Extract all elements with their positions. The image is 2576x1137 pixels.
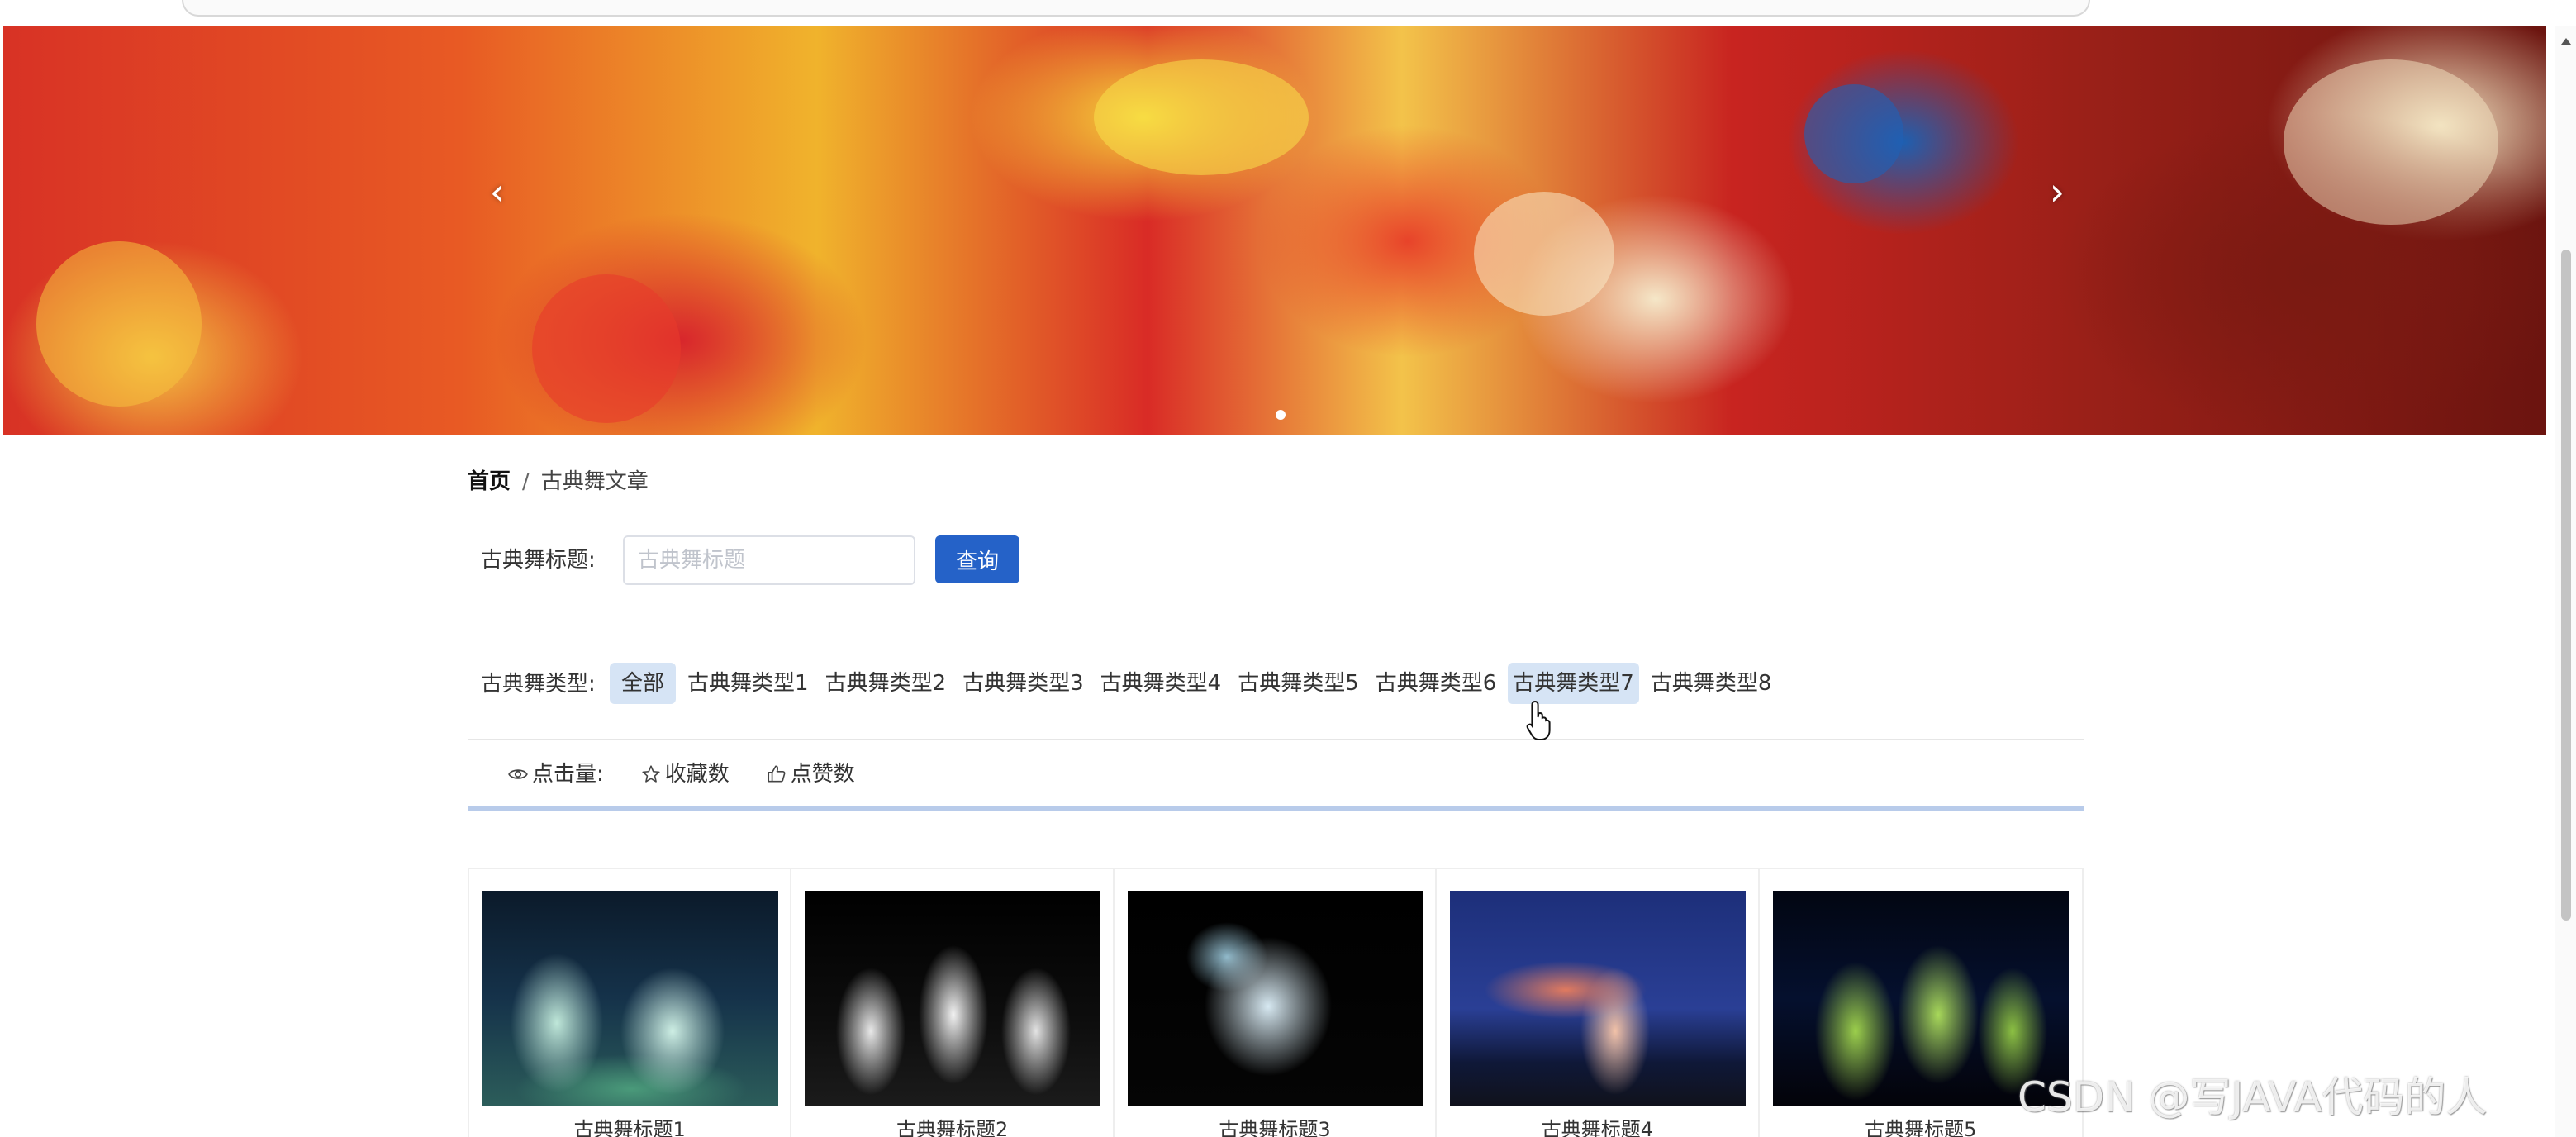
type-option-5[interactable]: 古典舞类型5 (1233, 663, 1364, 704)
filter-divider (468, 739, 2084, 740)
type-option-4[interactable]: 古典舞类型4 (1096, 663, 1227, 704)
page-scrollbar[interactable] (2555, 26, 2576, 1137)
search-title-input[interactable] (623, 535, 915, 585)
star-icon (642, 765, 660, 783)
article-thumbnail[interactable] (805, 891, 1101, 1106)
hand-pointer-cursor-icon (1526, 700, 1551, 740)
type-option-8[interactable]: 古典舞类型8 (1646, 663, 1777, 704)
scrollbar-thumb[interactable] (2561, 250, 2571, 921)
sort-by-clicks[interactable]: 点击量: (507, 760, 604, 788)
sort-bar: 点击量: 收藏数 点赞数 (507, 760, 855, 788)
sort-by-likes[interactable]: 点赞数 (766, 760, 855, 788)
breadcrumb-separator: / (522, 469, 530, 494)
article-card-grid: 古典舞标题1 古典舞标题2 古典舞标题3 古典舞标题4 古典舞标题5 (468, 868, 2084, 1137)
type-option-1[interactable]: 古典舞类型1 (682, 663, 814, 704)
eye-icon (508, 769, 528, 779)
article-card[interactable]: 古典舞标题1 (469, 869, 792, 1137)
carousel-next-button[interactable]: › (2039, 167, 2075, 216)
hero-carousel: ‹ › (3, 26, 2546, 435)
type-option-6[interactable]: 古典舞类型6 (1371, 663, 1502, 704)
article-title[interactable]: 古典舞标题4 (1437, 1117, 1757, 1137)
article-thumbnail[interactable] (1450, 891, 1747, 1106)
article-title[interactable]: 古典舞标题2 (791, 1117, 1112, 1137)
carousel-indicator-dot[interactable] (1276, 410, 1286, 420)
type-filter-list: 全部 古典舞类型1 古典舞类型2 古典舞类型3 古典舞类型4 古典舞类型5 古典… (610, 663, 1776, 704)
type-filter-label: 古典舞类型: (481, 672, 596, 697)
sort-likes-label: 点赞数 (790, 762, 855, 787)
scroll-up-icon[interactable] (2561, 38, 2571, 45)
type-option-7[interactable]: 古典舞类型7 (1508, 663, 1639, 704)
article-title[interactable]: 古典舞标题1 (469, 1117, 790, 1137)
sort-clicks-label: 点击量: (532, 762, 604, 787)
sort-favorites-label: 收藏数 (664, 762, 730, 787)
type-option-all[interactable]: 全部 (610, 663, 677, 704)
query-button[interactable]: 查询 (935, 535, 1019, 583)
search-title-label: 古典舞标题: (481, 548, 596, 573)
browser-top-strip (0, 0, 2576, 26)
article-thumbnail[interactable] (1127, 891, 1423, 1106)
article-card[interactable]: 古典舞标题4 (1437, 869, 1760, 1137)
address-bar-edge (182, 0, 2090, 17)
sort-bar-underline (468, 806, 2084, 811)
sort-by-favorites[interactable]: 收藏数 (640, 760, 730, 788)
article-thumbnail[interactable] (482, 891, 778, 1106)
carousel-prev-button[interactable]: ‹ (479, 167, 516, 216)
type-option-3[interactable]: 古典舞类型3 (958, 663, 1089, 704)
thumbs-up-icon (768, 765, 786, 783)
breadcrumb-home-link[interactable]: 首页 (468, 469, 511, 494)
type-option-2[interactable]: 古典舞类型2 (820, 663, 952, 704)
article-card[interactable]: 古典舞标题2 (791, 869, 1115, 1137)
breadcrumb: 首页 / 古典舞文章 (468, 468, 649, 496)
article-card[interactable]: 古典舞标题3 (1115, 869, 1438, 1137)
breadcrumb-current: 古典舞文章 (540, 469, 649, 494)
article-title[interactable]: 古典舞标题3 (1115, 1117, 1435, 1137)
csdn-watermark: CSDN @写JAVA代码的人 (2018, 1073, 2488, 1121)
